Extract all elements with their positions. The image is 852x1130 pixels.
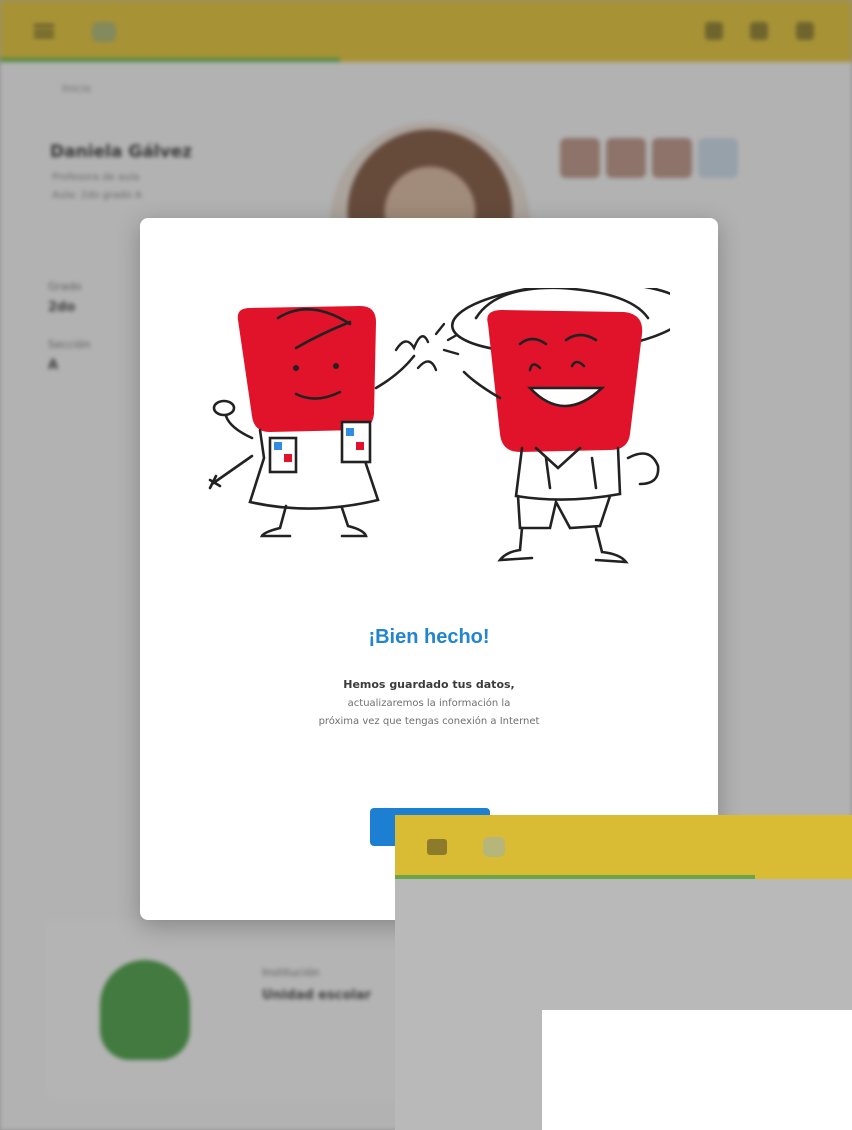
app-logo-icon (483, 837, 505, 857)
menu-icon[interactable] (427, 839, 447, 855)
high-five-illustration (208, 288, 670, 564)
dialog-message-strong: Hemos guardado tus datos, (343, 678, 515, 691)
content-panel (542, 1010, 852, 1130)
clap-marks-icon (394, 322, 464, 372)
boy-character-icon (450, 288, 670, 564)
girl-character-icon (208, 306, 416, 538)
dialog-message-line: próxima vez que tengas conexión a Intern… (318, 716, 540, 727)
progress-bar (395, 875, 755, 879)
dialog-title: ¡Bien hecho! (368, 626, 490, 648)
dialog-message-line: actualizaremos la información la (347, 698, 511, 709)
top-app-bar (395, 815, 852, 879)
overlapping-window (395, 815, 852, 1130)
